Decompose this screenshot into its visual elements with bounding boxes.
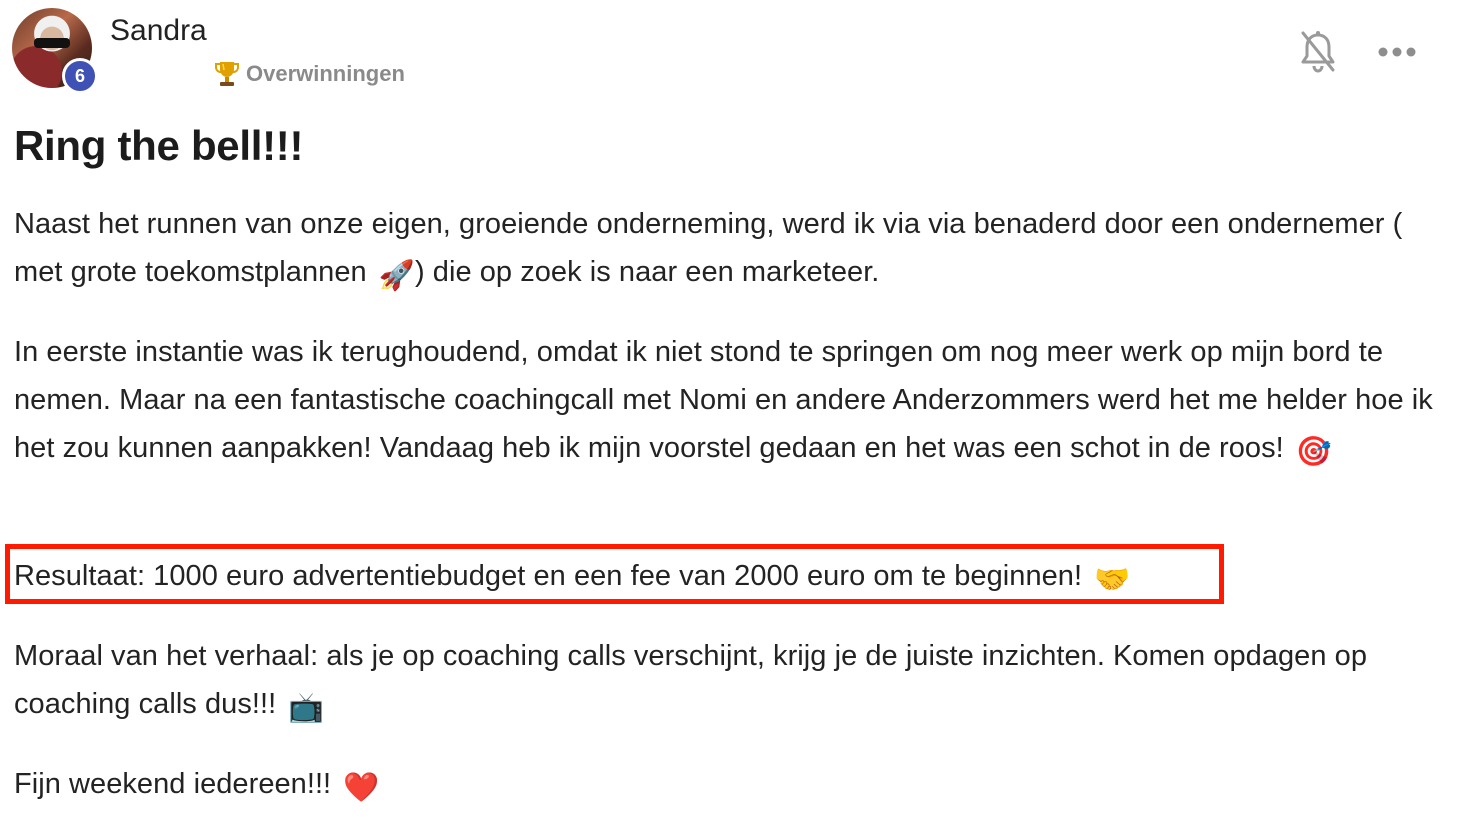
- author-avatar-wrap[interactable]: 6: [12, 8, 98, 94]
- heart-icon: ❤️: [343, 772, 380, 804]
- avatar-glasses: [34, 38, 70, 48]
- more-options-button[interactable]: [1374, 36, 1420, 68]
- paragraph-4-text: Moraal van het verhaal: als je op coachi…: [14, 640, 1367, 720]
- bell-off-icon: [1301, 31, 1335, 73]
- author-name[interactable]: Sandra: [110, 14, 207, 48]
- target-icon: 🎯: [1295, 436, 1333, 468]
- post-card: 6 Sandra Overwinningen Ring the bell!!!: [0, 0, 1458, 818]
- post-category[interactable]: Overwinningen: [214, 60, 405, 88]
- paragraph-2-text: In eerste instantie was ik terughoudend,…: [14, 336, 1433, 464]
- handshake-icon: 🤝: [1094, 564, 1131, 596]
- post-paragraph-5: Fijn weekend iedereen!!! ❤️: [14, 760, 1444, 812]
- more-horizontal-icon: [1378, 47, 1416, 57]
- paragraph-5-text: Fijn weekend iedereen!!!: [14, 768, 332, 800]
- category-label: Overwinningen: [246, 61, 405, 86]
- paragraph-3-text: Resultaat: 1000 euro advertentiebudget e…: [14, 560, 1083, 592]
- trophy-icon: [215, 62, 239, 86]
- post-paragraph-4: Moraal van het verhaal: als je op coachi…: [14, 632, 1444, 732]
- paragraph-1-end: ) die op zoek is naar een marketeer.: [414, 256, 880, 288]
- post-paragraph-1: Naast het runnen van onze eigen, groeien…: [14, 200, 1444, 300]
- mute-notifications-button[interactable]: [1296, 28, 1340, 76]
- post-paragraph-2: In eerste instantie was ik terughoudend,…: [14, 328, 1444, 476]
- post-paragraph-3: Resultaat: 1000 euro advertentiebudget e…: [14, 552, 1444, 604]
- level-badge: 6: [62, 58, 98, 94]
- television-icon: 📺: [288, 692, 325, 724]
- rocket-icon: 🚀: [378, 260, 415, 292]
- post-title: Ring the bell!!!: [14, 122, 304, 169]
